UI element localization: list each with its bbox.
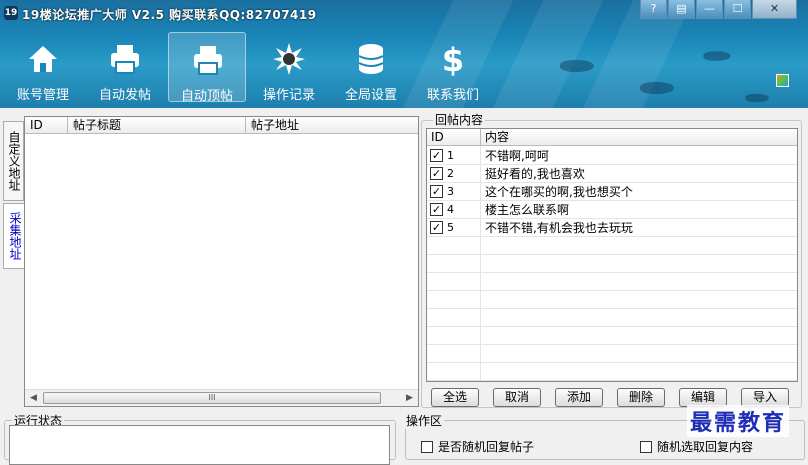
toolbar-label: 自动发帖 (98, 88, 151, 103)
row-id: 4 (447, 203, 454, 216)
printer-icon (194, 46, 222, 75)
status-log[interactable] (9, 425, 390, 465)
cancel-button[interactable]: 取消 (493, 388, 541, 407)
table-row[interactable]: ✓ 4 楼主怎么联系啊 (427, 201, 797, 219)
dollar-icon: $ (442, 42, 464, 76)
table-row[interactable]: ✓ 5 不错不错,有机会我也去玩玩 (427, 219, 797, 237)
random-reply-option[interactable]: 是否随机回复帖子 (421, 438, 534, 455)
table-row (427, 237, 797, 255)
toolbar-label: 联系我们 (426, 88, 479, 103)
table-row[interactable]: ✓ 2 挺好看的,我也喜欢 (427, 165, 797, 183)
table-row (427, 309, 797, 327)
row-id: 1 (447, 149, 454, 162)
table-row (427, 363, 797, 381)
scroll-left-icon[interactable]: ◀ (25, 390, 42, 406)
side-tabs: 自定义地址 采集地址 (0, 115, 25, 407)
toolbar-item-auto-bump[interactable]: 自动顶帖 (168, 32, 246, 104)
printer-icon (111, 45, 139, 74)
option-label: 随机选取回复内容 (657, 440, 754, 454)
row-content: 不错啊,呵呵 (485, 149, 549, 163)
row-id: 5 (447, 221, 454, 234)
skin-icon[interactable] (776, 74, 789, 87)
table-row[interactable]: ✓ 3 这个在哪买的啊,我也想买个 (427, 183, 797, 201)
option-label: 是否随机回复帖子 (438, 440, 535, 454)
table-row (427, 255, 797, 273)
tab-custom-address[interactable]: 自定义地址 (3, 121, 24, 201)
toolbar-label: 账号管理 (16, 88, 69, 103)
column-header-title[interactable]: 帖子标题 (68, 117, 246, 134)
watermark: 最需教育 (687, 405, 790, 437)
toolbar-item-auto-post[interactable]: 自动发帖 (86, 32, 164, 103)
column-header-id[interactable]: ID (427, 129, 481, 146)
horizontal-scrollbar[interactable]: ◀ III ▶ (25, 389, 418, 406)
table-row (427, 327, 797, 345)
row-id: 3 (447, 185, 454, 198)
delete-button[interactable]: 删除 (617, 388, 665, 407)
column-header-url[interactable]: 帖子地址 (246, 117, 418, 134)
toolbar-label: 操作记录 (262, 88, 315, 103)
column-header-content[interactable]: 内容 (481, 129, 797, 146)
row-checkbox[interactable]: ✓ (430, 185, 443, 198)
reply-content-table[interactable]: ID 内容 ✓ 1 不错啊,呵呵 ✓ 2 挺好看的,我也喜欢 ✓ 3 这个在哪买的啊,… (426, 128, 798, 382)
svg-text:$: $ (442, 42, 464, 76)
database-icon (358, 44, 384, 74)
table-row[interactable]: ✓ 1 不错啊,呵呵 (427, 147, 797, 165)
main-toolbar: 账号管理 自动发帖 自动顶帖 操作记录 全局设置 $ 联系我们 (0, 30, 808, 106)
tab-collect-address[interactable]: 采集地址 (3, 203, 24, 269)
column-header-id[interactable]: ID (25, 117, 68, 134)
row-content: 挺好看的,我也喜欢 (485, 167, 585, 181)
menu-icon[interactable]: ▤ (668, 0, 695, 19)
table-row (427, 273, 797, 291)
table-row (427, 291, 797, 309)
scroll-thumb[interactable]: III (43, 392, 381, 404)
scroll-right-icon[interactable]: ▶ (401, 390, 418, 406)
row-content: 这个在哪买的啊,我也想买个 (485, 185, 633, 199)
row-checkbox[interactable]: ✓ (430, 221, 443, 234)
row-checkbox[interactable]: ✓ (430, 203, 443, 216)
post-list-table[interactable]: ID 帖子标题 帖子地址 ◀ III ▶ (24, 116, 419, 407)
random-reply-checkbox[interactable] (421, 441, 433, 453)
random-content-checkbox[interactable] (640, 441, 652, 453)
row-checkbox[interactable]: ✓ (430, 149, 443, 162)
add-button[interactable]: 添加 (555, 388, 603, 407)
toolbar-item-account[interactable]: 账号管理 (4, 32, 82, 103)
row-id: 2 (447, 167, 454, 180)
title-bar[interactable]: 19 19楼论坛推广大师 V2.5 购买联系QQ:82707419 ? ▤ — … (0, 0, 808, 26)
operation-label: 操作区 (404, 412, 445, 429)
select-all-button[interactable]: 全选 (431, 388, 479, 407)
app-logo: 19 (4, 6, 18, 20)
toolbar-item-log[interactable]: 操作记录 (250, 32, 328, 103)
row-content: 楼主怎么联系啊 (485, 203, 570, 217)
maximize-icon[interactable]: ☐ (724, 0, 751, 19)
minimize-icon[interactable]: — (696, 0, 723, 19)
header-banner: 19 19楼论坛推广大师 V2.5 购买联系QQ:82707419 ? ▤ — … (0, 0, 808, 108)
toolbar-item-contact[interactable]: $ 联系我们 (414, 32, 492, 103)
reply-group-label: 回帖内容 (433, 111, 486, 128)
table-row (427, 345, 797, 363)
row-content: 不错不错,有机会我也去玩玩 (485, 221, 633, 235)
close-icon[interactable]: ✕ (752, 0, 797, 19)
toolbar-item-settings[interactable]: 全局设置 (332, 32, 410, 103)
random-content-option[interactable]: 随机选取回复内容 (640, 438, 753, 455)
window-title: 19楼论坛推广大师 V2.5 购买联系QQ:82707419 (22, 8, 317, 22)
home-icon (29, 46, 57, 72)
toolbar-label: 自动顶帖 (180, 89, 233, 104)
starburst-icon (273, 43, 305, 75)
help-icon[interactable]: ? (640, 0, 667, 19)
toolbar-label: 全局设置 (344, 88, 397, 103)
row-checkbox[interactable]: ✓ (430, 167, 443, 180)
